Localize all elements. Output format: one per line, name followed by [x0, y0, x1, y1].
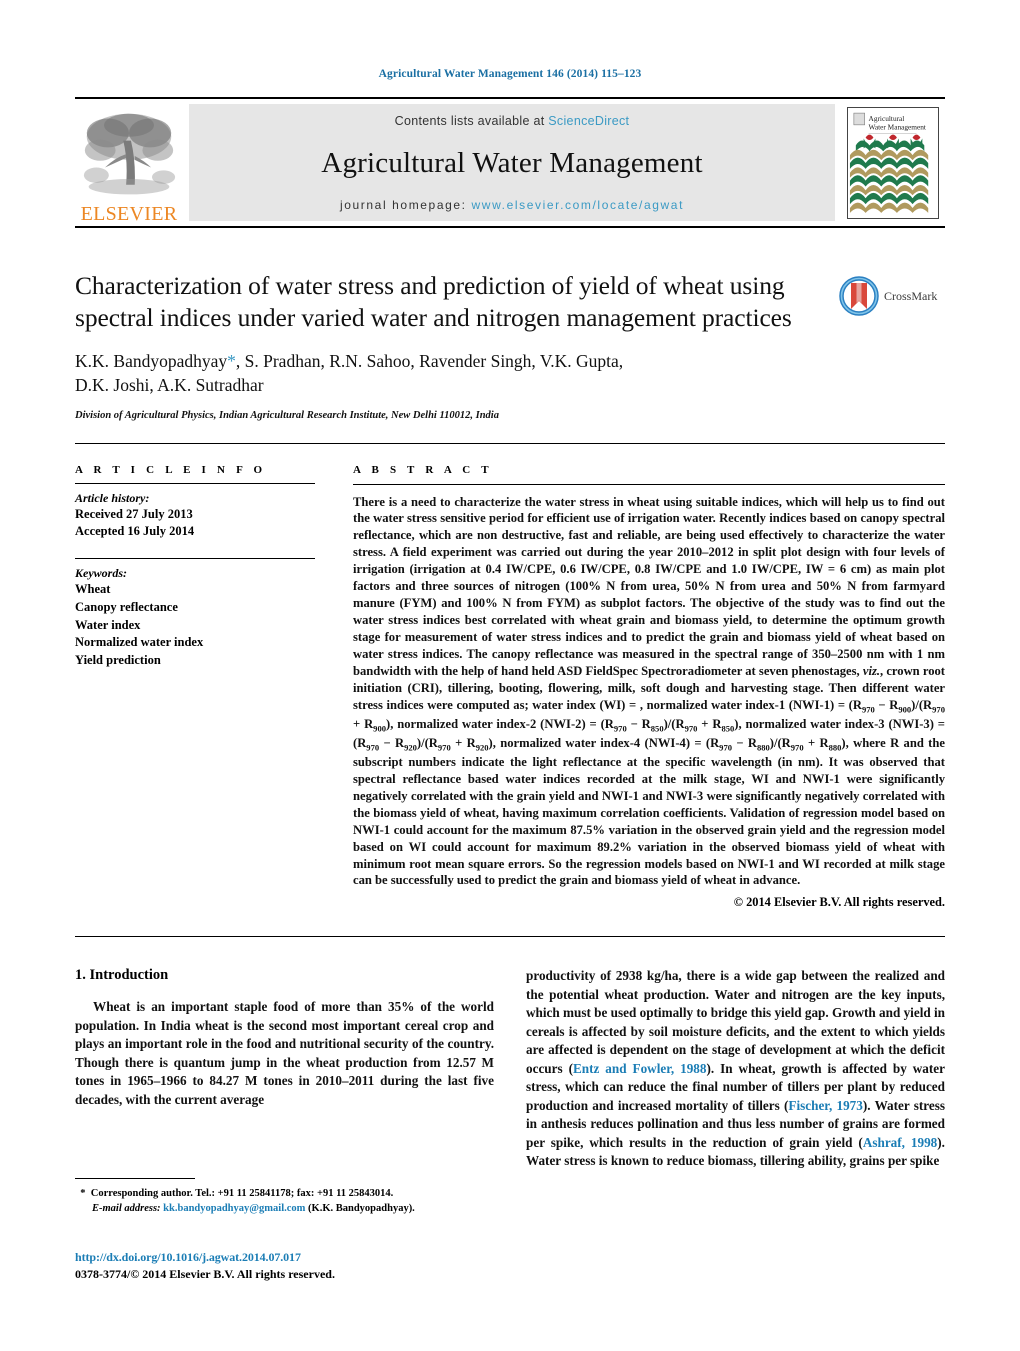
citation-link[interactable]: Fischer, 1973	[788, 1098, 862, 1113]
abstract-divider	[353, 483, 945, 485]
received-date: Received 27 July 2013	[75, 506, 193, 521]
intro-right-part-1: productivity of 2938 kg/ha, there is a w…	[526, 968, 945, 1076]
abstract-viz: viz.	[862, 663, 880, 678]
intro-paragraph-right: productivity of 2938 kg/ha, there is a w…	[526, 967, 945, 1170]
author-line-2: D.K. Joshi, A.K. Sutradhar	[75, 375, 264, 396]
keyword-item: Yield prediction	[75, 653, 161, 668]
journal-title: Agricultural Water Management	[321, 146, 703, 179]
article-info-heading: A R T I C L E I N F O	[75, 463, 267, 476]
abstract-heading: A B S T R A C T	[353, 463, 493, 476]
crossmark-icon	[839, 276, 879, 316]
cover-image: Agricultural Water Management	[847, 106, 939, 219]
email-label: E-mail address:	[92, 1203, 161, 1215]
footnote-contact-text: Corresponding author. Tel.: +91 11 25841…	[90, 1188, 394, 1199]
article-info-divider	[75, 482, 315, 484]
section-heading-introduction: 1. Introduction	[75, 967, 169, 984]
abstract-copyright: © 2014 Elsevier B.V. All rights reserved…	[733, 895, 945, 910]
keywords-block: Keywords: Wheat Canopy reflectance Water…	[75, 566, 315, 670]
abstract-column: A B S T R A C T There is a need to chara…	[335, 464, 945, 911]
author-line-1-rest: , S. Pradhan, R.N. Sahoo, Ravender Singh…	[235, 351, 624, 372]
svg-text:Agricultural: Agricultural	[869, 113, 905, 122]
body-columns: 1. Introduction Wheat is an important st…	[75, 967, 945, 1170]
corresponding-author-marker: *	[227, 351, 236, 372]
crossmark-badge[interactable]: CrossMark	[839, 274, 945, 318]
title-block: Characterization of water stress and pre…	[75, 270, 945, 421]
footnote-email-line: E-mail address: kk.bandyopadhyay@gmail.c…	[75, 1201, 495, 1216]
abstract-text: There is a need to characterize the wate…	[353, 494, 945, 890]
abstract-part-3: , normalized water index-1 (NWI-1) = (R9…	[353, 697, 945, 888]
corresponding-author-footnote: * Corresponding author. Tel.: +91 11 258…	[75, 1178, 495, 1216]
intro-paragraph-left: Wheat is an important staple food of mor…	[75, 999, 494, 1107]
footnote-divider	[75, 1178, 195, 1179]
elsevier-wordmark: ELSEVIER	[80, 203, 178, 225]
keywords-label: Keywords:	[75, 566, 127, 581]
contents-prefix: Contents lists available at	[394, 114, 549, 128]
keyword-item: Canopy reflectance	[75, 599, 178, 614]
divider-above-abstract	[75, 442, 945, 444]
issn-copyright-line: 0378-3774/© 2014 Elsevier B.V. All right…	[75, 1267, 335, 1281]
author-list: K.K. Bandyopadhyay*, S. Pradhan, R.N. Sa…	[75, 349, 835, 397]
elsevier-tree-icon	[80, 108, 178, 204]
author-line-1: K.K. Bandyopadhyay	[75, 351, 228, 372]
keyword-item: Water index	[75, 617, 141, 632]
info-abstract-row: A R T I C L E I N F O Article history: R…	[75, 464, 945, 911]
keyword-item: Normalized water index	[75, 635, 204, 650]
sciencedirect-link[interactable]: ScienceDirect	[548, 114, 629, 128]
journal-masthead: ELSEVIER Contents lists available at Sci…	[75, 97, 945, 228]
body-column-left: 1. Introduction Wheat is an important st…	[75, 967, 494, 1170]
accepted-date: Accepted 16 July 2014	[75, 524, 195, 539]
abstract-part-1: There is a need to characterize the wate…	[353, 494, 945, 678]
email-link[interactable]: kk.bandyopadhyay@gmail.com	[163, 1203, 305, 1214]
footnote-contact-line: * Corresponding author. Tel.: +91 11 258…	[75, 1186, 495, 1201]
article-info-column: A R T I C L E I N F O Article history: R…	[75, 464, 335, 911]
affiliation: Division of Agricultural Physics, Indian…	[75, 409, 499, 421]
email-owner: (K.K. Bandyopadhyay).	[308, 1203, 415, 1215]
svg-text:Water Management: Water Management	[869, 122, 926, 131]
homepage-prefix: journal homepage:	[339, 198, 472, 212]
doi-block: http://dx.doi.org/10.1016/j.agwat.2014.0…	[75, 1250, 335, 1282]
body-column-right: productivity of 2938 kg/ha, there is a w…	[526, 967, 945, 1170]
divider-below-abstract	[75, 936, 945, 938]
homepage-url-link[interactable]: www.elsevier.com/locate/agwat	[472, 198, 684, 212]
footnote-marker: *	[80, 1188, 86, 1199]
article-history-label: Article history:	[75, 490, 150, 505]
keywords-divider	[75, 558, 315, 560]
citation-link[interactable]: Ashraf, 1998	[863, 1135, 937, 1150]
doi-link[interactable]: http://dx.doi.org/10.1016/j.agwat.2014.0…	[75, 1250, 335, 1265]
running-head: Agricultural Water Management 146 (2014)…	[378, 68, 642, 80]
journal-cover-thumbnail: Agricultural Water Management	[841, 99, 945, 226]
page-title: Characterization of water stress and pre…	[75, 271, 792, 333]
journal-homepage-line: journal homepage: www.elsevier.com/locat…	[340, 198, 684, 212]
article-page: Agricultural Water Management 146 (2014)…	[0, 0, 1020, 1351]
keyword-item: Wheat	[75, 582, 111, 597]
citation-link[interactable]: Entz and Fowler, 1988	[573, 1061, 707, 1076]
crossmark-label: CrossMark	[884, 288, 938, 303]
masthead-center: Contents lists available at ScienceDirec…	[189, 104, 835, 221]
elsevier-logo: ELSEVIER	[75, 99, 183, 226]
contents-available-line: Contents lists available at ScienceDirec…	[395, 114, 630, 128]
